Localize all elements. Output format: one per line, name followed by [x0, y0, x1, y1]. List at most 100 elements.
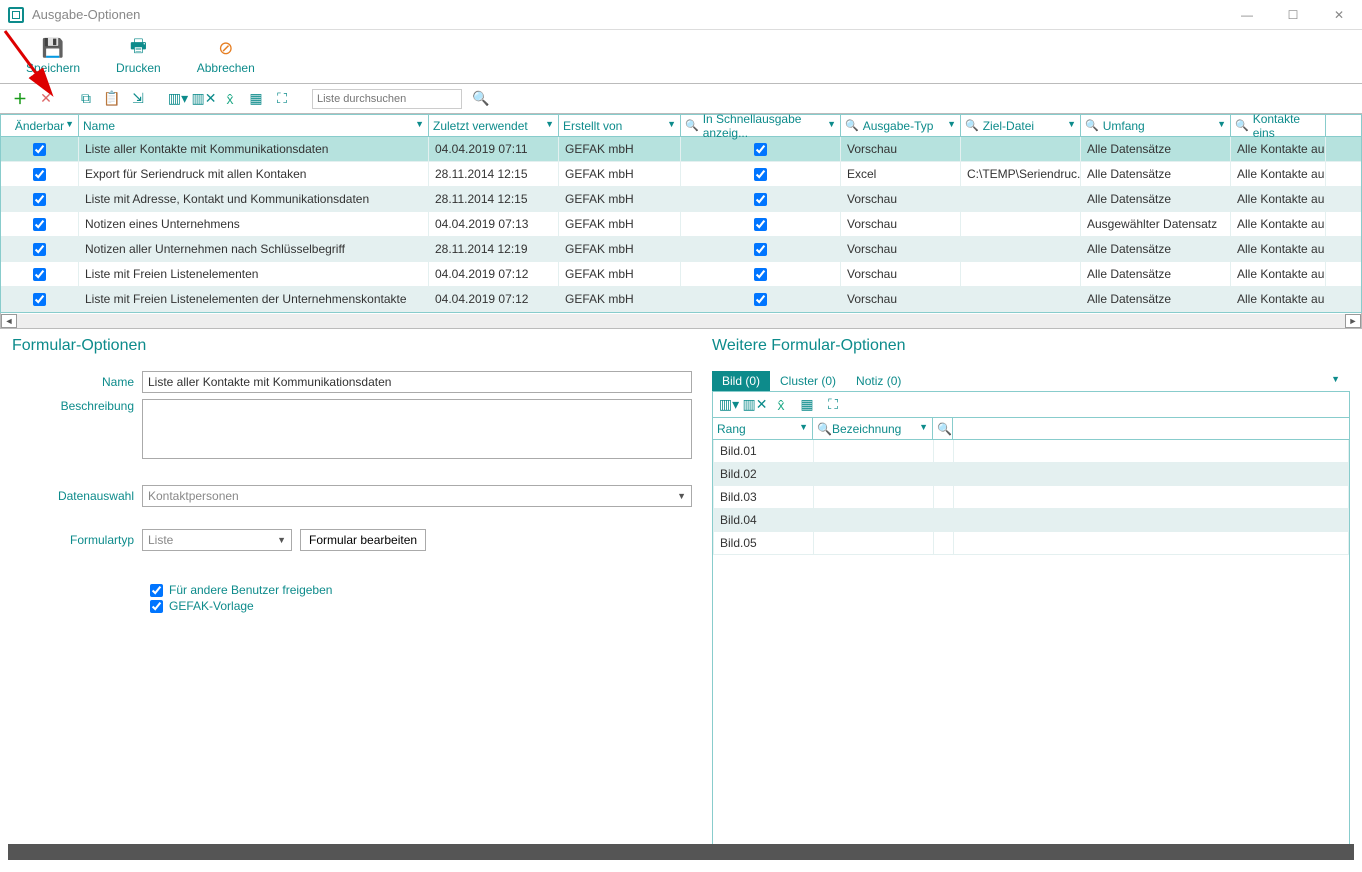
row-checkbox-schnell[interactable]	[754, 268, 767, 281]
table-row[interactable]: Notizen aller Unternehmen nach Schlüssel…	[1, 237, 1361, 262]
row-checkbox-aenderbar[interactable]	[33, 268, 46, 281]
table-row[interactable]: Liste aller Kontakte mit Kommunikationsd…	[1, 137, 1361, 162]
sub-filter-button[interactable]: ▥✕	[745, 395, 765, 415]
row-checkbox-aenderbar[interactable]	[33, 243, 46, 256]
input-beschreibung[interactable]	[142, 399, 692, 459]
copy-button[interactable]: ⧉	[76, 89, 96, 109]
col-bezeichnung[interactable]: 🔍Bezeichnung▼	[813, 418, 933, 439]
filter-icon[interactable]: ▼	[947, 119, 956, 129]
sub-expand-button[interactable]: ⛶	[823, 395, 843, 415]
key-icon: 🔍	[965, 119, 979, 132]
select-formulartyp[interactable]: Liste▼	[142, 529, 292, 551]
label-datenauswahl: Datenauswahl	[12, 489, 142, 503]
row-checkbox-aenderbar[interactable]	[33, 143, 46, 156]
cell-kontakte: Alle Kontakte au	[1231, 237, 1326, 261]
col-zuletzt[interactable]: Zuletzt verwendet▼	[429, 115, 559, 136]
print-button[interactable]: 🖶 Drucken	[110, 37, 167, 77]
save-button[interactable]: 💾 Speichern	[20, 37, 86, 77]
cell-rang: Bild.03	[714, 486, 814, 508]
maximize-button[interactable]: ☐	[1270, 0, 1316, 30]
row-checkbox-schnell[interactable]	[754, 218, 767, 231]
filter-icon[interactable]: ▼	[667, 119, 676, 129]
columns-button[interactable]: ▥▾	[168, 89, 188, 109]
filter-icon[interactable]: ▼	[1067, 119, 1076, 129]
horizontal-scrollbar[interactable]: ◄ ►	[0, 313, 1362, 329]
tab-menu[interactable]: ▼	[1321, 371, 1350, 391]
tab-bild[interactable]: Bild (0)	[712, 371, 770, 391]
table-row[interactable]: Liste mit Freien Listenelementen der Unt…	[1, 287, 1361, 312]
col-kontakte[interactable]: 🔍Kontakte eins	[1231, 115, 1326, 136]
table-row[interactable]: Notizen eines Unternehmens04.04.2019 07:…	[1, 212, 1361, 237]
cell-erstellt: GEFAK mbH	[559, 237, 681, 261]
col-name[interactable]: Name▼	[79, 115, 429, 136]
cancel-button[interactable]: ⊘ Abbrechen	[191, 37, 261, 77]
filter-icon[interactable]: ▼	[1217, 119, 1226, 129]
checkbox-template[interactable]	[150, 600, 163, 613]
scroll-left-button[interactable]: ◄	[1, 314, 17, 328]
filter-icon[interactable]: ▼	[65, 119, 74, 129]
list-item[interactable]: Bild.02	[713, 463, 1349, 486]
row-checkbox-schnell[interactable]	[754, 143, 767, 156]
list-item[interactable]: Bild.04	[713, 509, 1349, 532]
list-item[interactable]: Bild.03	[713, 486, 1349, 509]
table-row[interactable]: Export für Seriendruck mit allen Kontake…	[1, 162, 1361, 187]
cell-kontakte: Alle Kontakte au	[1231, 212, 1326, 236]
filter-icon[interactable]: ▼	[919, 422, 928, 432]
tab-notiz[interactable]: Notiz (0)	[846, 371, 911, 391]
col-umfang[interactable]: 🔍Umfang▼	[1081, 115, 1231, 136]
col-rang[interactable]: Rang▼	[713, 418, 813, 439]
add-button[interactable]: ＋	[10, 89, 30, 109]
row-checkbox-schnell[interactable]	[754, 193, 767, 206]
col-aenderbar[interactable]: Änderbar▼	[1, 115, 79, 136]
cell-name: Notizen aller Unternehmen nach Schlüssel…	[79, 237, 429, 261]
close-window-button[interactable]: ✕	[1316, 0, 1362, 30]
cell-name: Export für Seriendruck mit allen Kontake…	[79, 162, 429, 186]
filter-icon[interactable]: ▼	[827, 119, 836, 129]
expand-button[interactable]: ⛶	[272, 89, 292, 109]
search-input[interactable]	[312, 89, 462, 109]
import-button[interactable]: ⇲	[128, 89, 148, 109]
print-icon: 🖶	[128, 39, 148, 59]
checkbox-share[interactable]	[150, 584, 163, 597]
scroll-track[interactable]	[17, 314, 1361, 328]
col-datei[interactable]: 🔍Ziel-Datei▼	[961, 115, 1081, 136]
export-excel-button[interactable]: x̂	[220, 89, 240, 109]
cell-typ: Vorschau	[841, 287, 961, 311]
row-checkbox-schnell[interactable]	[754, 243, 767, 256]
row-checkbox-aenderbar[interactable]	[33, 168, 46, 181]
sub-table-button[interactable]: ▦	[797, 395, 817, 415]
row-checkbox-schnell[interactable]	[754, 293, 767, 306]
scroll-right-button[interactable]: ►	[1345, 314, 1361, 328]
minimize-button[interactable]: —	[1224, 0, 1270, 30]
label-share: Für andere Benutzer freigeben	[169, 583, 332, 597]
search-icon[interactable]: 🔍	[472, 90, 489, 107]
filter-icon[interactable]: ▼	[545, 119, 554, 129]
filter-clear-button[interactable]: ▥✕	[194, 89, 214, 109]
col-schnell[interactable]: 🔍In Schnellausgabe anzeig...▼	[681, 115, 841, 136]
sub-columns-button[interactable]: ▥▾	[719, 395, 739, 415]
key-icon: 🔍	[817, 422, 832, 436]
row-checkbox-aenderbar[interactable]	[33, 193, 46, 206]
tab-cluster[interactable]: Cluster (0)	[770, 371, 846, 391]
list-item[interactable]: Bild.05	[713, 532, 1349, 555]
sub-excel-button[interactable]: x̂	[771, 395, 791, 415]
table-row[interactable]: Liste mit Freien Listenelementen04.04.20…	[1, 262, 1361, 287]
filter-icon[interactable]: ▼	[799, 422, 808, 432]
list-item[interactable]: Bild.01	[713, 440, 1349, 463]
input-name[interactable]	[142, 371, 692, 393]
delete-button[interactable]: ✕	[36, 89, 56, 109]
table-row[interactable]: Liste mit Adresse, Kontakt und Kommunika…	[1, 187, 1361, 212]
row-checkbox-aenderbar[interactable]	[33, 218, 46, 231]
col-extra[interactable]: 🔍	[933, 418, 953, 439]
col-erstellt[interactable]: Erstellt von▼	[559, 115, 681, 136]
select-datenauswahl[interactable]: Kontaktpersonen▼	[142, 485, 692, 507]
col-typ[interactable]: 🔍Ausgabe-Typ▼	[841, 115, 961, 136]
row-checkbox-schnell[interactable]	[754, 168, 767, 181]
table-button[interactable]: ▦	[246, 89, 266, 109]
filter-icon[interactable]: ▼	[415, 119, 424, 129]
cell-bez	[814, 509, 934, 531]
edit-form-button[interactable]: Formular bearbeiten	[300, 529, 426, 551]
row-checkbox-aenderbar[interactable]	[33, 293, 46, 306]
paste-button[interactable]: 📋	[102, 89, 122, 109]
cell-file	[961, 187, 1081, 211]
